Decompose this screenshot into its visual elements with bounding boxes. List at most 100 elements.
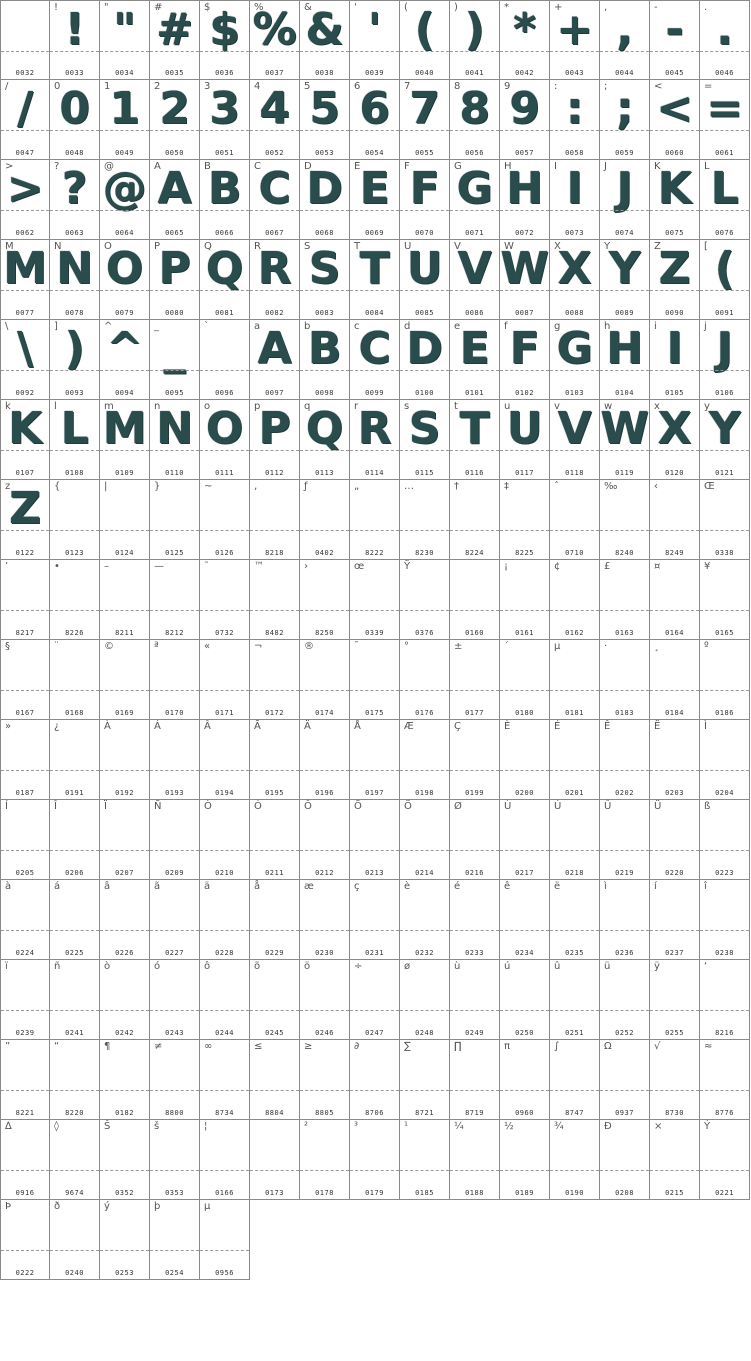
baseline-divider: [1, 1010, 49, 1011]
cell-code-label: 0219: [615, 869, 634, 877]
glyph-cell: Ã 0195: [250, 720, 300, 800]
glyph-cell: j J 0106: [700, 320, 750, 400]
cell-code-label: 0069: [365, 229, 384, 237]
glyph-cell: 1 1 0049: [100, 80, 150, 160]
glyph-cell: ¿ 0191: [50, 720, 100, 800]
glyph-preview: W: [500, 243, 549, 294]
glyph-cell: • 8226: [50, 560, 100, 640]
cell-code-label: 0228: [215, 949, 234, 957]
glyph-cell: ≠ 8800: [150, 1040, 200, 1120]
cell-code-label: 0199: [465, 789, 484, 797]
baseline-divider: [100, 450, 149, 451]
glyph-cell: Q Q 0081: [200, 240, 250, 320]
glyph-cell: Û 0219: [600, 800, 650, 880]
glyph-cell: # #0035: [150, 0, 200, 80]
cell-code-label: 0111: [215, 469, 234, 477]
glyph-cell: Ï 0207: [100, 800, 150, 880]
glyph-cell: $ $0036: [200, 0, 250, 80]
baseline-divider: [700, 1010, 749, 1011]
cell-code-label: 0240: [65, 1269, 84, 1277]
cell-code-label: 0243: [165, 1029, 184, 1037]
cell-character-label: »: [5, 721, 12, 732]
glyph-cell: ‚ 8218: [250, 480, 300, 560]
glyph-cell: u U 0117: [500, 400, 550, 480]
glyph-preview: M: [102, 403, 147, 454]
glyph-cell: ]) 0093: [50, 320, 100, 400]
glyph-cell: Þ 0222: [0, 1200, 50, 1280]
cell-character-label: §: [5, 641, 10, 652]
glyph-cell: .. 0046: [700, 0, 750, 80]
glyph-cell: ∆ 0916: [0, 1120, 50, 1200]
glyph-cell: Å 0197: [350, 720, 400, 800]
glyph-cell: Ý 0221: [700, 1120, 750, 1200]
baseline-divider: [600, 1170, 649, 1171]
glyph-cell: - -0045: [650, 0, 700, 80]
glyph-cell: t T 0116: [450, 400, 500, 480]
cell-code-label: 0057: [515, 149, 534, 157]
baseline-divider: [400, 1170, 449, 1171]
baseline-divider: [150, 1170, 199, 1171]
glyph-cell: //0047: [0, 80, 50, 160]
cell-character-label: `: [204, 321, 209, 332]
cell-character-label: ö: [304, 961, 311, 972]
cell-code-label: 0068: [315, 229, 334, 237]
glyph-preview: C: [258, 163, 291, 214]
cell-character-label: Ê: [604, 721, 611, 732]
cell-code-label: 0074: [615, 229, 634, 237]
cell-code-label: 0040: [415, 69, 434, 77]
cell-code-label: 0122: [15, 549, 35, 557]
glyph-preview: K: [657, 163, 692, 214]
glyph-cell: — 8212: [150, 560, 200, 640]
cell-character-label: Ü: [654, 801, 662, 812]
glyph-cell: F F 0070: [400, 160, 450, 240]
cell-character-label: ß: [704, 801, 711, 812]
cell-code-label: 0206: [65, 869, 84, 877]
glyph-cell: “ 8220: [50, 1040, 100, 1120]
baseline-divider: [700, 930, 749, 931]
glyph-cell: ¤ 0164: [650, 560, 700, 640]
baseline-divider: [600, 530, 649, 531]
glyph-preview: _: [163, 323, 186, 374]
glyph-preview: ?: [61, 163, 88, 214]
glyph-cell: + +0043: [550, 0, 600, 80]
glyph-cell: ¯ 0175: [350, 640, 400, 720]
glyph-preview: F: [409, 163, 440, 214]
cell-code-label: 0223: [715, 869, 734, 877]
baseline-divider: [300, 1010, 349, 1011]
cell-code-label: 0109: [115, 469, 134, 477]
baseline-divider: [100, 1010, 149, 1011]
baseline-divider: [200, 51, 249, 52]
glyph-cell: ¶ 0182: [100, 1040, 150, 1120]
cell-character-label: Ñ: [154, 801, 162, 812]
baseline-divider: [1, 1170, 49, 1171]
glyph-cell: x X 0120: [650, 400, 700, 480]
baseline-divider: [700, 530, 749, 531]
glyph-preview: Z: [9, 483, 41, 534]
baseline-divider: [500, 770, 549, 771]
baseline-divider: [350, 770, 399, 771]
glyph-cell: 7 7 0055: [400, 80, 450, 160]
cell-character-label: è: [404, 881, 411, 892]
glyph-preview: ,: [616, 4, 633, 55]
cell-code-label: 8220: [65, 1109, 84, 1117]
cell-code-label: 0175: [365, 709, 384, 717]
cell-code-label: 0236: [615, 949, 634, 957]
glyph-preview: V: [557, 403, 592, 454]
baseline-divider: [250, 51, 299, 52]
baseline-divider: [100, 930, 149, 931]
glyph-cell: ≤8804: [250, 1040, 300, 1120]
cell-character-label: ≥: [304, 1041, 313, 1052]
glyph-preview: %: [252, 4, 297, 55]
baseline-divider: [550, 1010, 599, 1011]
baseline-divider: [150, 370, 199, 371]
cell-code-label: 0099: [365, 389, 384, 397]
cell-character-label: ¬: [254, 641, 263, 652]
cell-character-label: •: [54, 561, 60, 572]
baseline-divider: [600, 370, 649, 371]
baseline-divider: [200, 290, 249, 291]
cell-code-label: 0126: [215, 549, 234, 557]
glyph-preview: U: [406, 243, 443, 294]
glyph-cell: f F 0102: [500, 320, 550, 400]
cell-code-label: 0082: [265, 309, 284, 317]
baseline-divider: [700, 370, 749, 371]
